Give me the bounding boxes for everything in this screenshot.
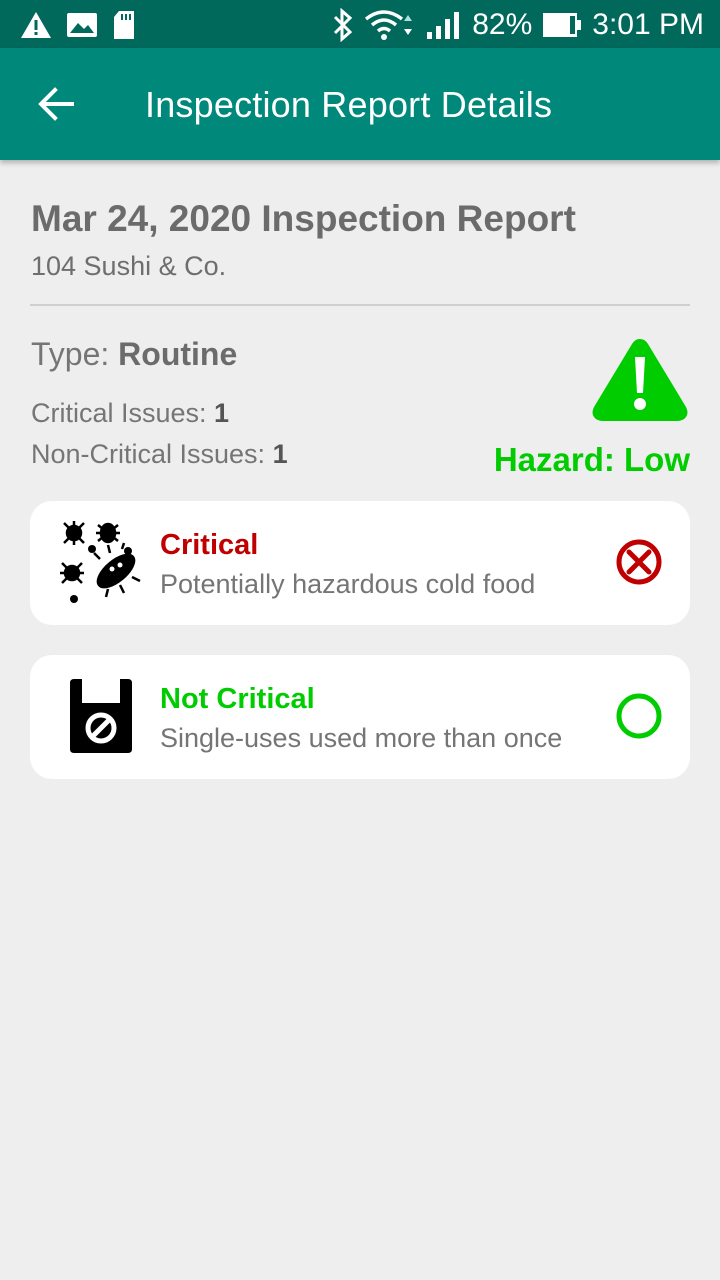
critical-issues: Critical Issues: 1 bbox=[31, 398, 229, 429]
noncritical-issues: Non-Critical Issues: 1 bbox=[31, 439, 288, 470]
germs-icon bbox=[60, 521, 141, 603]
x-circle-icon bbox=[616, 539, 662, 585]
violation-description: Single-uses used more than once bbox=[160, 723, 563, 753]
bluetooth-icon bbox=[334, 8, 353, 42]
app-bar: Inspection Report Details bbox=[0, 48, 720, 160]
critical-label: Critical Issues: bbox=[31, 398, 215, 428]
back-button[interactable] bbox=[26, 74, 86, 134]
clock: 3:01 PM bbox=[592, 8, 704, 41]
inspection-type: Type: Routine bbox=[31, 336, 237, 373]
battery-icon bbox=[543, 13, 582, 37]
noncritical-label: Non-Critical Issues: bbox=[31, 439, 273, 469]
noncritical-count: 1 bbox=[272, 439, 288, 469]
sd-card-icon bbox=[114, 11, 134, 39]
violation-severity: Not Critical bbox=[160, 683, 315, 715]
violation-severity: Critical bbox=[160, 529, 259, 561]
page-title: Inspection Report Details bbox=[145, 84, 553, 125]
battery-percent: 82% bbox=[472, 8, 533, 41]
type-value: Routine bbox=[118, 336, 238, 372]
circle-icon bbox=[616, 693, 662, 739]
cell-signal-icon bbox=[427, 12, 460, 39]
report-title: Mar 24, 2020 Inspection Report bbox=[31, 198, 576, 239]
status-bar: 82% 3:01 PM bbox=[0, 0, 720, 48]
alert-icon bbox=[21, 12, 51, 38]
critical-count: 1 bbox=[214, 398, 230, 428]
no-reuse-bag-icon bbox=[70, 679, 132, 753]
image-icon bbox=[67, 13, 97, 37]
violation-card[interactable]: Critical Potentially hazardous cold food bbox=[30, 501, 690, 625]
violation-card[interactable]: Not Critical Single-uses used more than … bbox=[30, 655, 690, 779]
violation-description: Potentially hazardous cold food bbox=[160, 569, 536, 599]
arrow-back-icon bbox=[38, 87, 74, 121]
restaurant-name: 104 Sushi & Co. bbox=[31, 251, 227, 281]
divider bbox=[30, 304, 690, 306]
hazard-level: Hazard: Low bbox=[493, 441, 690, 478]
hazard-warning-icon bbox=[592, 339, 688, 421]
wifi-icon bbox=[365, 10, 413, 40]
type-label: Type: bbox=[31, 336, 119, 372]
